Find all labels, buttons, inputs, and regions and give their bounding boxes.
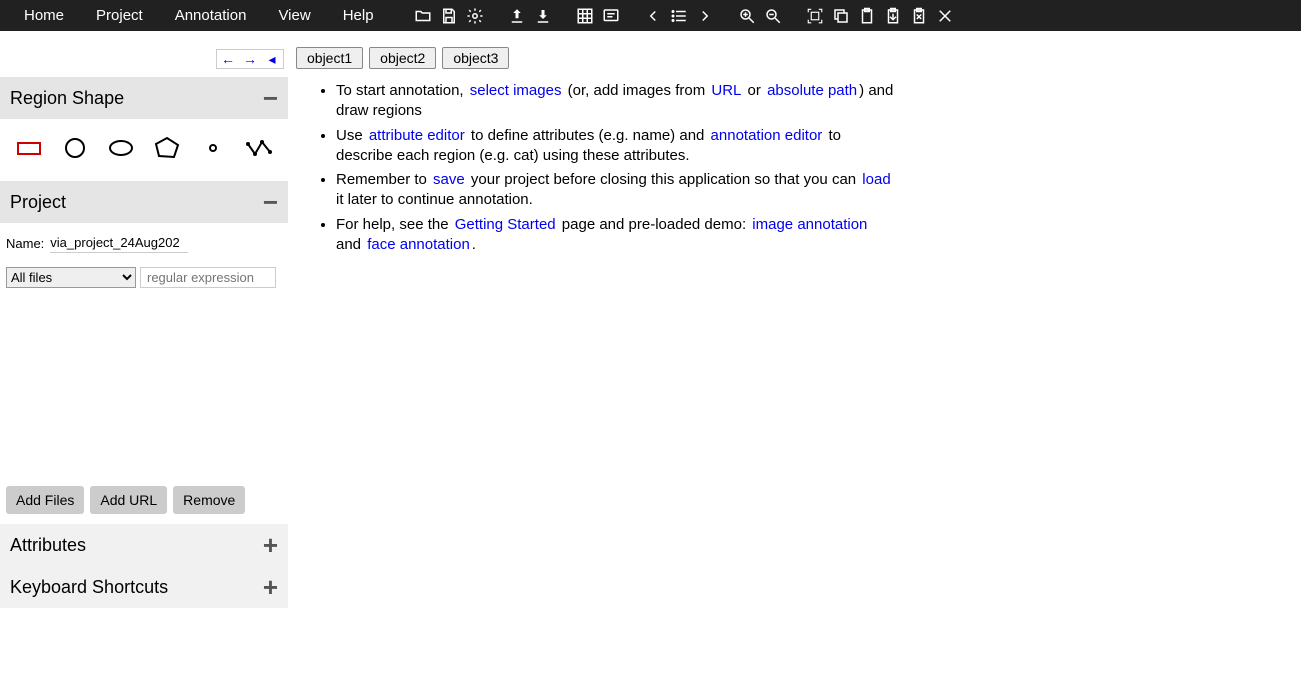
instruction-item: For help, see the Getting Started page a…: [336, 215, 896, 256]
instruction-item: To start annotation, select images (or, …: [336, 81, 896, 122]
menu-home[interactable]: Home: [8, 7, 80, 24]
instructions-list: To start annotation, select images (or, …: [296, 81, 896, 255]
panel-project-body: Name: All files Add Files Add URL Remove: [0, 223, 288, 524]
paste-region-icon[interactable]: [884, 7, 902, 25]
panel-project-toggle-icon[interactable]: −: [263, 189, 278, 215]
add-url-button[interactable]: Add URL: [90, 486, 167, 514]
menu-help[interactable]: Help: [327, 7, 390, 24]
toolbar-clipboard-group: [806, 7, 954, 25]
folder-open-icon[interactable]: [414, 7, 432, 25]
annotation-panel-icon[interactable]: [602, 7, 620, 25]
instr-text: and: [336, 236, 365, 253]
toolbar-zoom-group: [738, 7, 782, 25]
project-filter-select[interactable]: All files: [6, 267, 136, 288]
shape-circle-icon[interactable]: [60, 133, 90, 163]
shape-polyline-icon[interactable]: [244, 133, 274, 163]
shape-rectangle-icon[interactable]: [14, 133, 44, 163]
list-icon[interactable]: [670, 7, 688, 25]
select-images-link[interactable]: select images: [468, 82, 564, 99]
panel-project-title: Project: [10, 192, 66, 213]
toolbar-nav-group: [644, 7, 714, 25]
instruction-item: Use attribute editor to define attribute…: [336, 126, 896, 167]
main-layout: ← → ◂ Region Shape −: [0, 31, 1301, 696]
panel-region-shape-header[interactable]: Region Shape −: [0, 77, 288, 119]
instr-text: Use: [336, 127, 367, 144]
project-buttons: Add Files Add URL Remove: [6, 486, 282, 514]
region-shape-row: [0, 119, 288, 181]
save-icon[interactable]: [440, 7, 458, 25]
shape-ellipse-icon[interactable]: [106, 133, 136, 163]
project-filter-row: All files: [6, 267, 282, 288]
prev-icon[interactable]: [644, 7, 662, 25]
instr-text: Remember to: [336, 171, 431, 188]
zoom-out-icon[interactable]: [764, 7, 782, 25]
instr-text: page and pre-loaded demo:: [558, 216, 751, 233]
shape-polygon-icon[interactable]: [152, 133, 182, 163]
instr-text: your project before closing this applica…: [467, 171, 861, 188]
project-file-list: [6, 296, 282, 482]
face-annotation-link[interactable]: face annotation: [365, 236, 472, 253]
instr-text: To start annotation,: [336, 82, 468, 99]
panel-attributes-title: Attributes: [10, 535, 86, 556]
menu-annotation[interactable]: Annotation: [159, 7, 263, 24]
sidebar: ← → ◂ Region Shape −: [0, 31, 288, 696]
select-all-icon[interactable]: [806, 7, 824, 25]
toolbar-import-group: [508, 7, 552, 25]
getting-started-link[interactable]: Getting Started: [453, 216, 558, 233]
panel-shortcuts-header[interactable]: Keyboard Shortcuts +: [0, 566, 288, 608]
instr-text: or: [743, 82, 765, 99]
save-link[interactable]: save: [431, 171, 467, 188]
instruction-item: Remember to save your project before clo…: [336, 170, 896, 211]
project-name-label: Name:: [6, 236, 44, 251]
annotation-editor-link[interactable]: annotation editor: [709, 127, 825, 144]
object3-button[interactable]: object3: [442, 47, 509, 69]
load-link[interactable]: load: [860, 171, 892, 188]
instr-text: it later to continue annotation.: [336, 191, 533, 208]
object1-button[interactable]: object1: [296, 47, 363, 69]
remove-button[interactable]: Remove: [173, 486, 245, 514]
sidebar-nav-arrows: ← → ◂: [216, 49, 284, 69]
instr-text: (or, add images from: [563, 82, 709, 99]
panel-region-shape-title: Region Shape: [10, 88, 124, 109]
zoom-in-icon[interactable]: [738, 7, 756, 25]
grid-icon[interactable]: [576, 7, 594, 25]
menubar: Home Project Annotation View Help: [0, 0, 1301, 31]
image-annotation-link[interactable]: image annotation: [750, 216, 869, 233]
paste-icon[interactable]: [858, 7, 876, 25]
next-icon[interactable]: [696, 7, 714, 25]
object2-button[interactable]: object2: [369, 47, 436, 69]
copy-icon[interactable]: [832, 7, 850, 25]
instr-text: .: [472, 236, 476, 253]
project-name-row: Name:: [6, 233, 282, 253]
menu-project[interactable]: Project: [80, 7, 159, 24]
absolute-path-link[interactable]: absolute path: [765, 82, 859, 99]
shape-point-icon[interactable]: [198, 133, 228, 163]
panel-attributes-toggle-icon[interactable]: +: [263, 532, 278, 558]
sidebar-next-icon[interactable]: →: [239, 50, 261, 68]
download-icon[interactable]: [534, 7, 552, 25]
delete-clipboard-icon[interactable]: [910, 7, 928, 25]
url-link[interactable]: URL: [709, 82, 743, 99]
instr-text: to define attributes (e.g. name) and: [467, 127, 709, 144]
toolbar-file-group: [414, 7, 484, 25]
panel-project-header[interactable]: Project −: [0, 181, 288, 223]
panel-shortcuts-title: Keyboard Shortcuts: [10, 577, 168, 598]
panel-region-shape-toggle-icon[interactable]: −: [263, 85, 278, 111]
content-area: object1 object2 object3 To start annotat…: [288, 31, 1301, 696]
sidebar-prev-icon[interactable]: ←: [217, 50, 239, 68]
instr-text: For help, see the: [336, 216, 453, 233]
close-icon[interactable]: [936, 7, 954, 25]
add-files-button[interactable]: Add Files: [6, 486, 84, 514]
menu-view[interactable]: View: [262, 7, 326, 24]
upload-icon[interactable]: [508, 7, 526, 25]
panel-shortcuts-toggle-icon[interactable]: +: [263, 574, 278, 600]
object-buttons: object1 object2 object3: [296, 47, 1293, 69]
attribute-editor-link[interactable]: attribute editor: [367, 127, 467, 144]
project-name-input[interactable]: [50, 233, 188, 253]
project-filter-regex-input[interactable]: [140, 267, 276, 288]
toolbar-view-group: [576, 7, 620, 25]
panel-attributes-header[interactable]: Attributes +: [0, 524, 288, 566]
sidebar-collapse-icon[interactable]: ◂: [261, 50, 283, 68]
gear-icon[interactable]: [466, 7, 484, 25]
